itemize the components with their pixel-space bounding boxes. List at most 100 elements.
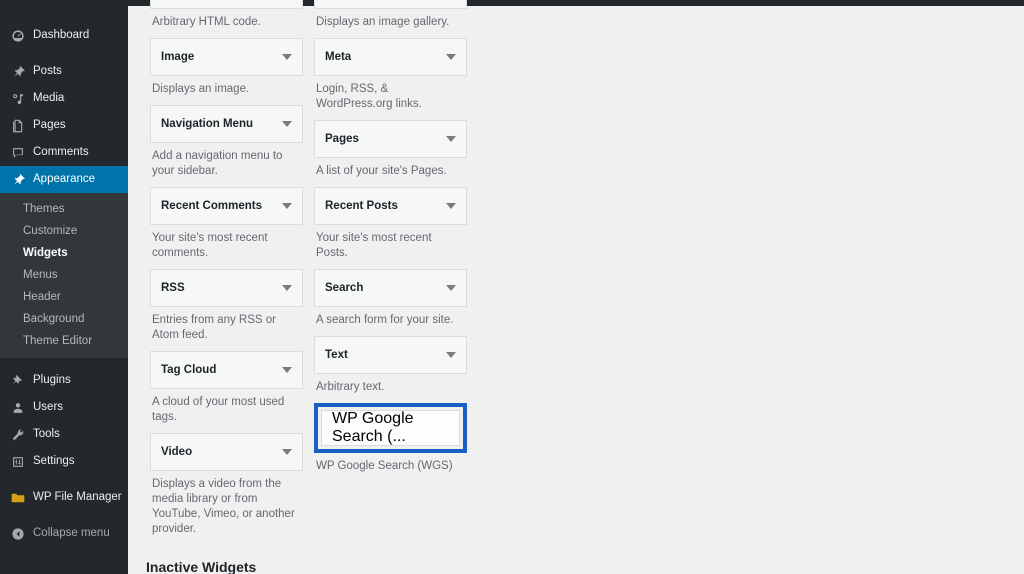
widget-description: Arbitrary text. (316, 381, 385, 393)
chevron-down-icon[interactable] (282, 367, 292, 373)
menu-gap-top (0, 0, 128, 22)
sidebar-item-comments[interactable]: Comments (0, 139, 128, 166)
widget-box[interactable]: Image (150, 38, 303, 76)
chevron-down-icon[interactable] (446, 203, 456, 209)
widget-box[interactable]: Pages (314, 120, 467, 158)
menu-separator (0, 358, 128, 367)
sidebar-item-tools[interactable]: Tools (0, 421, 128, 448)
sidebar-item-label: Appearance (33, 173, 96, 185)
sidebar-item-media[interactable]: Media (0, 85, 128, 112)
media-icon (9, 90, 26, 107)
widget-box[interactable]: Navigation Menu (150, 105, 303, 143)
sidebar-item-pages[interactable]: Pages (0, 112, 128, 139)
menu-separator (0, 475, 128, 484)
sidebar-item-label: Pages (33, 119, 66, 131)
widget-box[interactable]: Meta (314, 38, 467, 76)
sidebar-item-wp-file-manager[interactable]: WP File Manager (0, 484, 128, 511)
widget-box[interactable]: WP Google Search (... (321, 410, 460, 446)
widget-title: Tag Cloud (161, 364, 217, 376)
widget-description: Your site's most recent comments. (152, 232, 268, 259)
chevron-down-icon[interactable] (446, 352, 456, 358)
widget-description: WP Google Search (WGS) (316, 460, 453, 472)
sidebar-item-label: Media (33, 92, 65, 104)
folder-icon (9, 489, 26, 506)
sidebar-item-appearance[interactable]: Appearance (0, 166, 128, 193)
chevron-down-icon[interactable] (446, 285, 456, 291)
admin-menu: Dashboard Posts Media Pages Comments Appearan… (0, 0, 128, 547)
menu-separator (0, 511, 128, 520)
sidebar-item-plugins[interactable]: Plugins (0, 367, 128, 394)
pages-icon (9, 117, 26, 134)
sidebar-item-users[interactable]: Users (0, 394, 128, 421)
widget-box-clipped[interactable] (314, 0, 467, 9)
widget-box[interactable]: RSS (150, 269, 303, 307)
submenu-item-theme-editor[interactable]: Theme Editor (0, 330, 128, 352)
submenu-item-customize[interactable]: Customize (0, 220, 128, 242)
sidebar-item-label: Tools (33, 428, 60, 440)
widget-title: Meta (325, 51, 352, 63)
widget-title: WP Google Search (... (332, 410, 414, 445)
widget-column-left: Arbitrary HTML code. Image Displays an ima… (150, 0, 303, 545)
sidebar-item-posts[interactable]: Posts (0, 58, 128, 85)
widget-description: Entries from any RSS or Atom feed. (152, 314, 276, 341)
plugins-icon (9, 372, 26, 389)
widget-box[interactable]: Recent Posts (314, 187, 467, 225)
submenu-item-header[interactable]: Header (0, 286, 128, 308)
widget-description: Displays an image. (152, 83, 250, 95)
submenu-item-widgets[interactable]: Widgets (0, 242, 128, 264)
sidebar-item-collapse-menu[interactable]: Collapse menu (0, 520, 128, 547)
chevron-down-icon[interactable] (282, 203, 292, 209)
sidebar-item-settings[interactable]: Settings (0, 448, 128, 475)
widget-title: Search (325, 282, 364, 294)
widget-description: Add a navigation menu to your sidebar. (152, 150, 283, 177)
widget-title: Navigation Menu (161, 118, 254, 130)
widget-box-clipped[interactable] (150, 0, 303, 9)
widget-title: Video (161, 446, 193, 458)
chevron-down-icon[interactable] (446, 136, 456, 142)
sidebar-item-label: Collapse menu (33, 527, 110, 539)
widget-title: RSS (161, 282, 185, 294)
widget-box[interactable]: Video (150, 433, 303, 471)
admin-sidebar: Dashboard Posts Media Pages Comments Appearan… (0, 0, 128, 574)
submenu-item-menus[interactable]: Menus (0, 264, 128, 286)
widget-title: Recent Posts (325, 200, 398, 212)
sidebar-item-label: Settings (33, 455, 75, 467)
chevron-down-icon[interactable] (282, 54, 292, 60)
chevron-down-icon[interactable] (282, 285, 292, 291)
widget-description: Arbitrary HTML code. (152, 16, 261, 28)
widget-box[interactable]: Tag Cloud (150, 351, 303, 389)
widget-title: Text (325, 349, 348, 361)
collapse-icon (9, 525, 26, 542)
widget-title: Recent Comments (161, 200, 262, 212)
widget-title: Pages (325, 133, 359, 145)
widget-box[interactable]: Search (314, 269, 467, 307)
chevron-down-icon[interactable] (446, 54, 456, 60)
submenu-item-themes[interactable]: Themes (0, 198, 128, 220)
submenu-item-background[interactable]: Background (0, 308, 128, 330)
widget-description: A cloud of your most used tags. (152, 396, 285, 423)
pin-icon (9, 63, 26, 80)
sidebar-item-dashboard[interactable]: Dashboard (0, 22, 128, 49)
widget-description: Your site's most recent Posts. (316, 232, 432, 259)
widget-box[interactable]: Text (314, 336, 467, 374)
inactive-widgets-heading: Inactive Widgets (146, 559, 257, 574)
widget-box[interactable]: Recent Comments (150, 187, 303, 225)
settings-icon (9, 453, 26, 470)
sidebar-item-label: Posts (33, 65, 62, 77)
widget-description: A list of your site's Pages. (316, 165, 447, 177)
dashboard-icon (9, 27, 26, 44)
chevron-down-icon[interactable] (282, 449, 292, 455)
widgets-page: Arbitrary HTML code. Image Displays an ima… (128, 0, 1024, 574)
menu-separator (0, 49, 128, 58)
widget-description: Displays an image gallery. (316, 16, 450, 28)
users-icon (9, 399, 26, 416)
sidebar-item-label: Plugins (33, 374, 71, 386)
sidebar-item-label: Comments (33, 146, 89, 158)
appearance-icon (9, 171, 26, 188)
sidebar-item-label: WP File Manager (33, 491, 122, 503)
chevron-down-icon[interactable] (282, 121, 292, 127)
admin-screen: Dashboard Posts Media Pages Comments Appearan… (0, 0, 1024, 574)
tools-icon (9, 426, 26, 443)
sidebar-item-label: Dashboard (33, 29, 90, 41)
widget-box-highlighted[interactable]: WP Google Search (... (314, 403, 467, 453)
